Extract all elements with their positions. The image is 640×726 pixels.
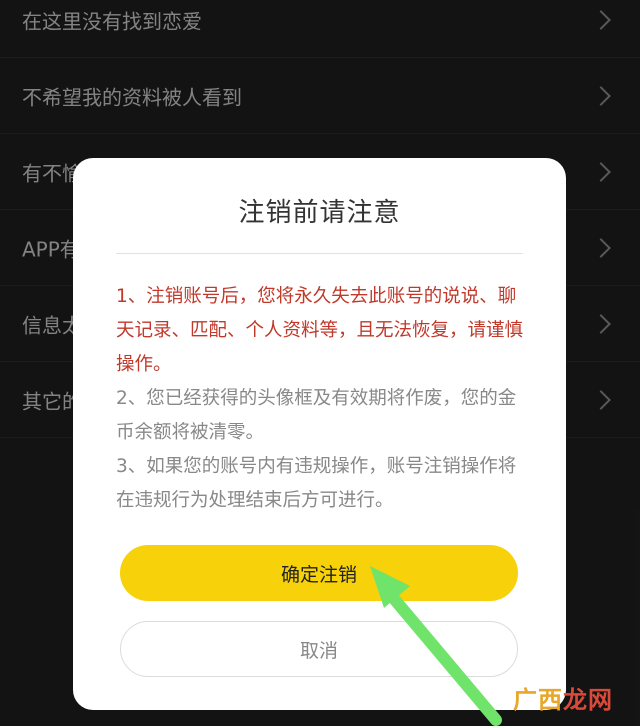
notice-item-2: 2、您已经获得的头像框及有效期将作废，您的金币余额将被清零。 (116, 388, 517, 443)
confirm-deactivate-button[interactable]: 确定注销 (120, 545, 518, 601)
watermark: 广西龙网 (513, 680, 633, 720)
cancel-button[interactable]: 取消 (120, 621, 518, 677)
notice-item-1: 1、注销账号后，您将永久失去此账号的说说、聊天记录、匹配、个人资料等，且无法恢复… (116, 286, 524, 375)
notice-text: 1、注销账号后，您将永久失去此账号的说说、聊天记录、匹配、个人资料等，且无法恢复… (116, 280, 526, 518)
divider (116, 253, 523, 254)
deactivate-account-dialog: 注销前请注意 1、注销账号后，您将永久失去此账号的说说、聊天记录、匹配、个人资料… (73, 158, 566, 710)
watermark-text-2: 龙网 (563, 686, 613, 714)
notice-item-3: 3、如果您的账号内有违规操作，账号注销操作将在违规行为处理结束后方可进行。 (116, 456, 517, 511)
watermark-text-1: 广西 (513, 686, 563, 714)
dialog-title: 注销前请注意 (238, 198, 401, 228)
